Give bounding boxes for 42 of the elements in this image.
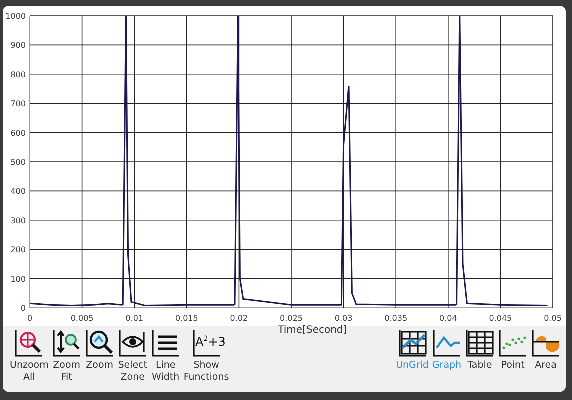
toolbar-button[interactable]: Zoom: [84, 326, 116, 372]
toolbar-button[interactable]: Select Zone: [116, 326, 149, 384]
view-toggle[interactable]: Point: [497, 326, 529, 372]
y-axis-label: 900: [10, 41, 26, 50]
y-axis-label: 400: [10, 187, 26, 196]
magnifier-icon: [84, 328, 115, 358]
view-toggle[interactable]: Table: [464, 326, 496, 372]
x-axis-label: 0.01: [126, 314, 144, 323]
toolbar-button[interactable]: Zoom Fit: [50, 326, 83, 384]
x-axis-title: Time[Second]: [278, 325, 348, 336]
zoom-fit-icon: [52, 328, 82, 358]
x-axis-label: 0.04: [440, 314, 458, 323]
x-axis-label: 0: [27, 314, 33, 323]
x-axis-label: 0.05: [544, 314, 562, 323]
y-axis-label: 700: [10, 100, 26, 109]
lines-icon: [150, 328, 181, 358]
y-axis-label: 600: [10, 128, 26, 138]
x-axis-label: 0.035: [384, 314, 408, 323]
grid-chart-icon: [398, 328, 428, 358]
table-icon: [465, 328, 495, 358]
y-axis-label: 100: [10, 274, 26, 284]
x-axis-label: 0.045: [489, 314, 512, 323]
toolbar-button[interactable]: Line Width: [150, 326, 182, 384]
eye-icon: [118, 328, 148, 358]
scatter-icon: [498, 328, 528, 358]
x-axis-label: 0.03: [334, 314, 353, 323]
toolbar-button[interactable]: A$^{2}$+3 Show Functions: [182, 326, 230, 384]
x-axis-label: 0.015: [175, 314, 198, 323]
y-axis-label: 1000: [6, 12, 26, 21]
y-axis-label: 300: [10, 216, 26, 226]
y-axis-label: 500: [10, 158, 26, 167]
view-toggle[interactable]: Area: [530, 326, 562, 372]
toolbar-button[interactable]: Unzoom All: [9, 326, 50, 384]
area-chart-icon: [531, 328, 561, 358]
x-axis-label: 0.005: [70, 314, 94, 323]
x-axis-label: 0.02: [230, 314, 248, 323]
y-axis-label: 200: [10, 246, 26, 255]
line-chart-icon: [432, 328, 462, 358]
x-axis-label: 0.025: [280, 314, 303, 323]
y-axis-label: 0: [20, 304, 26, 313]
crosshair-magnifier-icon: [14, 328, 44, 358]
y-axis-label: 800: [10, 70, 26, 80]
